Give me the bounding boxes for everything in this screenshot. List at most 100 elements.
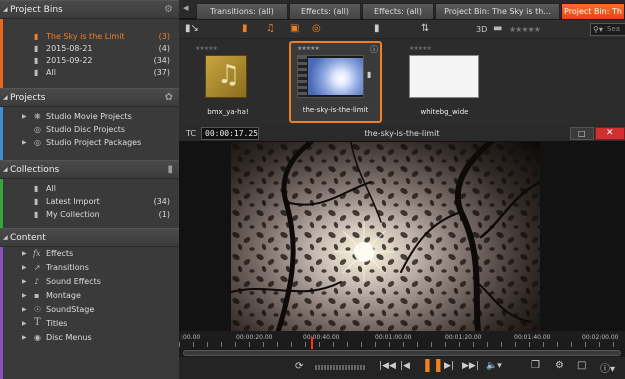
asset-tile-the-sky-is-the-limit[interactable]: ★★★★★ ⓘ ▮ the-sky-is-the-limit xyxy=(289,41,382,123)
fullscreen-icon[interactable]: □ xyxy=(577,360,586,371)
content-item-montage[interactable]: ▶ ▪ Montage xyxy=(0,291,179,302)
section-header-project-bins[interactable]: ◢ Project Bins ⚙ xyxy=(0,0,179,19)
title-t-icon: T xyxy=(34,317,41,328)
tab-transitions-all[interactable]: Transitions: (all) xyxy=(196,3,288,19)
shuttle-control[interactable] xyxy=(315,365,365,370)
tag-icon[interactable]: ▬ xyxy=(493,23,502,34)
expand-arrow-icon[interactable]: ▶ xyxy=(22,250,27,257)
add-to-bin-icon[interactable]: ▮↘ xyxy=(185,23,199,34)
player-clip-title: the-sky-is-the-limit xyxy=(364,129,440,138)
collapse-caret-icon[interactable]: ◢ xyxy=(3,234,8,241)
tab-effects-all[interactable]: Effects: (all) xyxy=(289,3,361,19)
rating-stars[interactable]: ★★★★★ xyxy=(195,45,218,52)
tab-scroll-left-icon[interactable]: ◀ xyxy=(183,4,188,12)
volume-icon[interactable]: 🔈▾ xyxy=(486,361,502,371)
expand-arrow-icon[interactable]: ▶ xyxy=(22,292,27,299)
playhead[interactable] xyxy=(311,337,313,349)
collection-count: (34) xyxy=(153,197,170,206)
copy-frame-icon[interactable]: ❐ xyxy=(531,360,540,371)
section-title: Projects xyxy=(10,93,46,103)
tab-project-bin-the-sky[interactable]: Project Bin: The Sky is th... xyxy=(435,3,560,19)
bin-item-2015-08-21[interactable]: ▮ 2015-08-21 (4) xyxy=(0,44,179,55)
bin-label: 2015-08-21 xyxy=(46,44,93,53)
projects-item-studio-movie-projects[interactable]: ▶ ❋ Studio Movie Projects xyxy=(0,112,179,123)
projects-item-studio-disc-projects[interactable]: ◎ Studio Disc Projects xyxy=(0,125,179,136)
video-filter-icon[interactable]: ▮ xyxy=(242,23,248,34)
expand-arrow-icon[interactable]: ▶ xyxy=(22,320,27,327)
bin-item-the-sky-is-the-limit[interactable]: ▮ The Sky is the Limit (3) xyxy=(0,32,179,43)
folder-icon[interactable]: ▮ xyxy=(367,70,371,79)
maximize-button[interactable]: □ xyxy=(570,127,594,140)
asset-name: whitebg_wide xyxy=(420,108,469,116)
expand-arrow-icon[interactable]: ▶ xyxy=(22,264,27,271)
rating-filter-stars[interactable]: ★★★★★ xyxy=(509,25,541,34)
go-to-end-icon[interactable]: ▶▶| xyxy=(462,361,479,371)
info-icon[interactable]: ⓘ xyxy=(370,44,378,55)
collection-item-latest-import[interactable]: ▮ Latest Import (34) xyxy=(0,197,179,208)
package-icon: ◎ xyxy=(34,138,41,147)
search-placeholder: Sea xyxy=(607,25,621,33)
puzzle-icon[interactable]: ✿ xyxy=(165,92,173,103)
project-filter-icon[interactable]: ◎ xyxy=(312,23,321,34)
stereo-3d-toggle[interactable]: 3D xyxy=(476,25,487,34)
content-item-sound-effects[interactable]: ▶ ♪ Sound Effects xyxy=(0,277,179,288)
sort-icon[interactable]: ⇅ xyxy=(421,23,429,34)
section-title: Project Bins xyxy=(10,5,63,15)
tab-project-bin-active[interactable]: Project Bin: Th xyxy=(561,3,625,19)
collapse-caret-icon[interactable]: ◢ xyxy=(3,166,8,173)
photo-filter-icon[interactable]: ▣ xyxy=(290,23,299,34)
collapse-caret-icon[interactable]: ◢ xyxy=(3,6,8,13)
section-header-collections[interactable]: ◢ Collections ▮ xyxy=(0,160,179,179)
bin-label: All xyxy=(46,68,56,77)
tab-effects-all-2[interactable]: Effects: (all) xyxy=(362,3,434,19)
pause-button[interactable]: ❚❚ xyxy=(422,358,444,373)
close-button[interactable]: ✕ xyxy=(595,127,625,140)
ruler-tick-label: :00.00 xyxy=(181,334,201,341)
content-label: Sound Effects xyxy=(46,277,101,286)
folder-icon: ▮ xyxy=(34,184,39,193)
content-item-disc-menus[interactable]: ▶ ◉ Disc Menus xyxy=(0,333,179,344)
expand-arrow-icon[interactable]: ▶ xyxy=(22,278,27,285)
projects-item-studio-project-packages[interactable]: ▶ ◎ Studio Project Packages xyxy=(0,138,179,149)
expand-arrow-icon[interactable]: ▶ xyxy=(22,334,27,341)
section-title: Collections xyxy=(10,165,60,175)
collection-icon[interactable]: ▮ xyxy=(167,164,173,175)
video-thumbnail-image xyxy=(308,58,363,95)
content-item-soundstage[interactable]: ▶ ☉ SoundStage xyxy=(0,305,179,316)
audio-filter-icon[interactable]: ♫ xyxy=(266,23,275,34)
settings-gear-icon[interactable]: ⚙ xyxy=(555,360,564,371)
content-item-effects[interactable]: ▶ fx Effects xyxy=(0,249,179,260)
bin-item-2015-09-22[interactable]: ▮ 2015-09-22 (34) xyxy=(0,56,179,67)
asset-tile-bmx[interactable]: ★★★★★ ♫ bmx_ya-ha! xyxy=(193,41,263,125)
content-item-titles[interactable]: ▶ T Titles xyxy=(0,317,179,330)
expand-arrow-icon[interactable]: ▶ xyxy=(22,113,27,120)
timeline-ruler[interactable]: :00.00 00:00:20.00 00:00:40.00 00:01:00.… xyxy=(179,331,625,349)
collapse-caret-icon[interactable]: ◢ xyxy=(3,94,8,101)
video-file-thumbnail xyxy=(297,55,364,98)
bin-item-all[interactable]: ▮ All (37) xyxy=(0,68,179,79)
section-header-projects[interactable]: ◢ Projects ✿ xyxy=(0,88,179,107)
rating-stars[interactable]: ★★★★★ xyxy=(297,45,320,52)
search-box[interactable]: ⚲▾ Sea xyxy=(590,23,625,36)
folder-view-icon[interactable]: ▮ xyxy=(374,23,380,34)
go-to-start-icon[interactable]: |◀◀ xyxy=(379,361,396,371)
collection-item-all[interactable]: ▮ All xyxy=(0,184,179,195)
section-header-content[interactable]: ◢ Content xyxy=(0,228,179,247)
expand-arrow-icon[interactable]: ▶ xyxy=(22,306,27,313)
step-forward-icon[interactable]: ▶| xyxy=(444,361,454,371)
content-item-transitions[interactable]: ▶ ➚ Transitions xyxy=(0,263,179,274)
gear-icon[interactable]: ⚙ xyxy=(164,4,173,15)
expand-arrow-icon[interactable]: ▶ xyxy=(22,139,27,146)
ruler-tick-label: 00:00:40.00 xyxy=(303,334,340,341)
rating-stars[interactable]: ★★★★★ xyxy=(409,45,432,52)
loop-icon[interactable]: ⟳ xyxy=(295,361,303,372)
scrollbar-thumb[interactable] xyxy=(183,350,621,356)
collection-item-my-collection[interactable]: ▮ My Collection (1) xyxy=(0,210,179,221)
info-menu-icon[interactable]: ⓘ▾ xyxy=(600,360,615,375)
zoom-scrollbar[interactable] xyxy=(179,349,625,357)
library-toolbar: ▮↘ ▮ ♫ ▣ ◎ ▮ ⇅ 3D ▬ ★★★★★ ⚲▾ Sea xyxy=(179,20,625,39)
step-back-icon[interactable]: |◀ xyxy=(400,361,410,371)
bin-count: (3) xyxy=(158,32,170,41)
video-preview[interactable] xyxy=(231,142,540,355)
asset-tile-whitebg-wide[interactable]: ★★★★★ whitebg_wide xyxy=(407,41,482,125)
